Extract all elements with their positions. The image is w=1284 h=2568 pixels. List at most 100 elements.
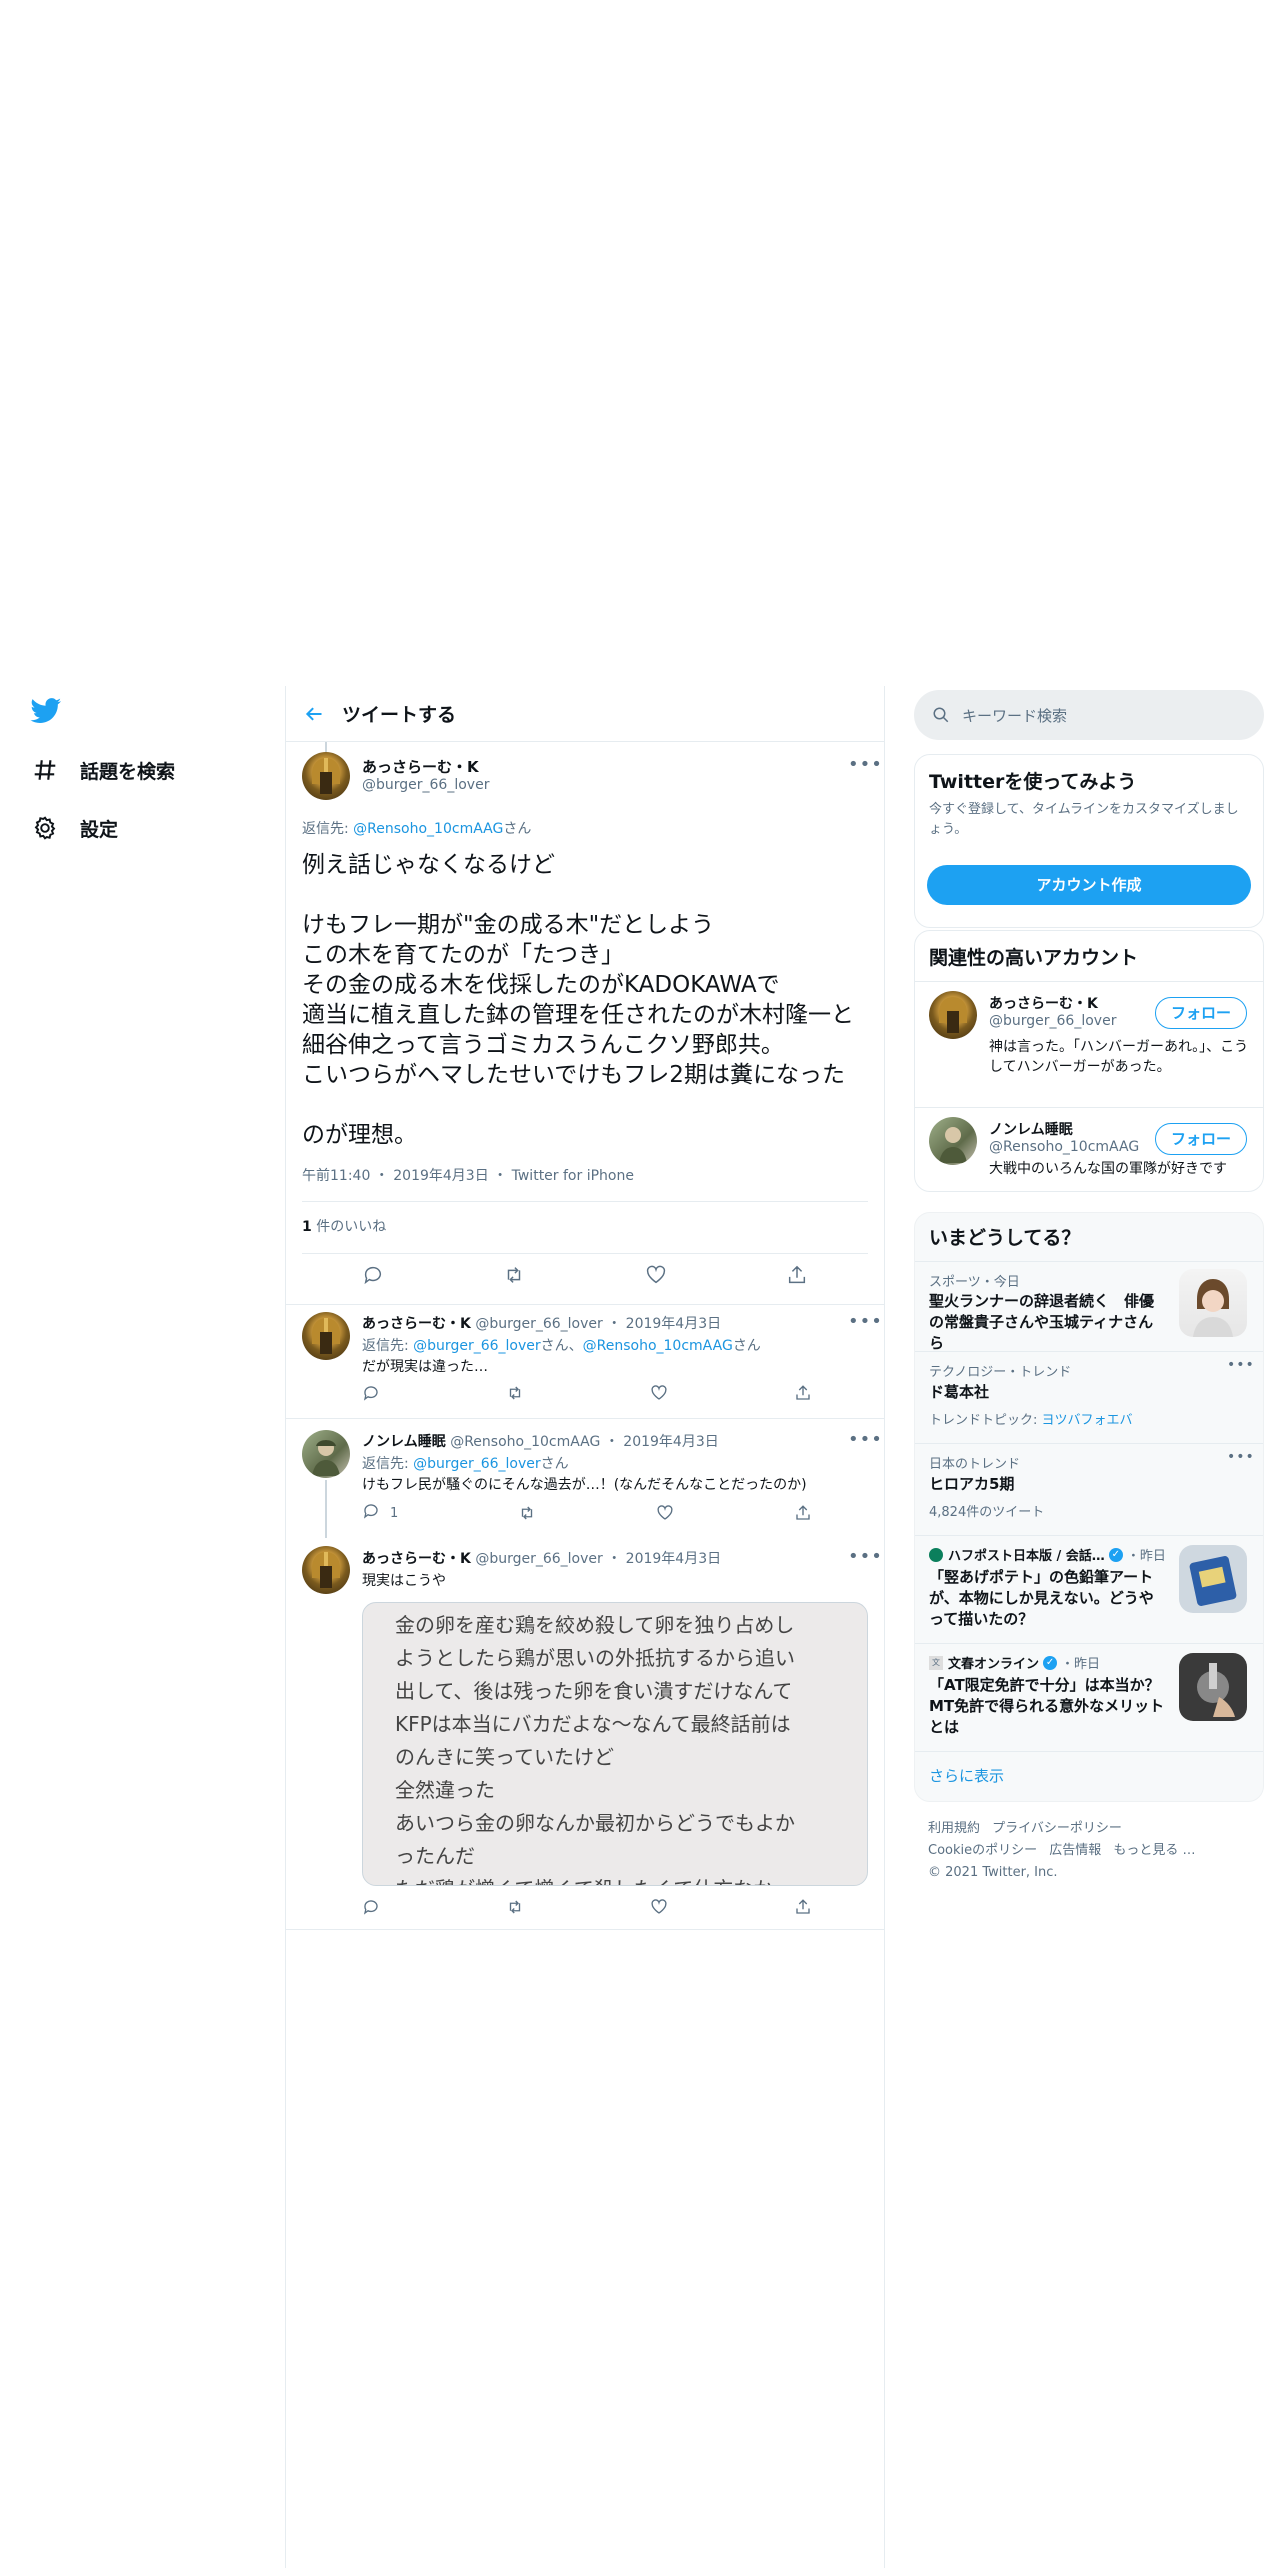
retweet-icon[interactable]	[518, 1502, 536, 1524]
divider	[302, 1201, 868, 1202]
tweet-image[interactable]: 金の卵を産む鶏を絞め殺して卵を独り占めし ようとしたら鶏が思いの外抵抗するから追…	[362, 1602, 868, 1886]
search-input[interactable]: キーワード検索	[962, 705, 1067, 726]
display-name[interactable]: ノンレム睡眠	[362, 1434, 446, 1450]
like-icon[interactable]	[650, 1384, 668, 1402]
twitter-logo-icon[interactable]	[30, 698, 62, 724]
trend-source: 文春オンライン	[948, 1657, 1040, 1672]
create-account-button[interactable]: アカウント作成	[927, 865, 1251, 905]
tweet-date[interactable]: 2019年4月3日	[393, 1168, 488, 1184]
nav-explore[interactable]: 話題を検索	[30, 750, 175, 790]
trends-title: いまどうしてる？	[929, 1227, 1081, 1249]
trend-item[interactable]: 文 文春オンライン ✓ ・昨日 「AT限定免許で十分」は本当か？ MT免許で得ら…	[915, 1643, 1263, 1751]
like-icon[interactable]	[656, 1502, 674, 1524]
tweet-source[interactable]: Twitter for iPhone	[512, 1168, 634, 1184]
account-info[interactable]: あっさらーむ・K @burger_66_lover	[989, 993, 1116, 1029]
trend-item[interactable]: テクノロジー・トレンド ••• ド葛本社 トレンドトピック: ヨツバフォエバ	[915, 1351, 1263, 1443]
reply-actions	[362, 1384, 812, 1402]
like-count: 1	[302, 1219, 312, 1235]
share-icon[interactable]	[794, 1502, 812, 1524]
hashtag-icon	[30, 755, 60, 785]
tweet-time[interactable]: 午前11:40	[302, 1168, 370, 1184]
display-name[interactable]: あっさらーむ・K	[362, 1551, 471, 1567]
main-column: ツイートする あっさらーむ・K @burger_66_lover ••• 返信先…	[285, 686, 885, 2568]
more-icon[interactable]: •••	[848, 1429, 883, 1450]
header: ツイートする	[286, 686, 884, 742]
more-icon[interactable]: •••	[848, 754, 883, 775]
footer-link-terms[interactable]: 利用規約	[928, 1821, 980, 1836]
display-name[interactable]: あっさらーむ・K	[362, 1316, 471, 1332]
retweet-icon[interactable]	[506, 1898, 524, 1916]
search-box[interactable]: キーワード検索	[914, 690, 1264, 740]
trend-item[interactable]: スポーツ・今日 聖火ランナーの辞退者続く 俳優の常盤貴子さんや玉城ティナさんら	[915, 1261, 1263, 1352]
more-icon[interactable]: •••	[1227, 1357, 1255, 1373]
reply-to-link[interactable]: @Rensoho_10cmAAG	[583, 1338, 733, 1354]
handle[interactable]: @burger_66_lover	[475, 1551, 602, 1567]
signup-card: Twitterを使ってみよう 今すぐ登録して、タイムラインをカスタマイズしましょ…	[914, 754, 1264, 928]
divider	[286, 1929, 884, 1930]
reply-text: だが現実は違った…	[362, 1359, 488, 1375]
share-icon[interactable]	[786, 1264, 808, 1286]
avatar[interactable]	[929, 1117, 977, 1165]
retweet-icon[interactable]	[506, 1384, 524, 1402]
reply-date[interactable]: 2019年4月3日	[626, 1551, 721, 1567]
tweet-actions	[302, 1264, 868, 1286]
reply-icon	[362, 1502, 380, 1524]
reply-date[interactable]: 2019年4月3日	[623, 1434, 718, 1450]
reply-header: あっさらーむ・K @burger_66_lover ・ 2019年4月3日	[362, 1316, 722, 1332]
trend-item[interactable]: ハフポスト日本版 / 会話… ✓ ・昨日 「竪あげポテト」の色鉛筆アートが、本物…	[915, 1535, 1263, 1643]
trend-topic-link[interactable]: ヨツバフォエバ	[1042, 1413, 1133, 1428]
divider	[286, 1418, 884, 1419]
avatar[interactable]	[302, 752, 350, 800]
tweet-text: 例え話じゃなくなるけど けもフレ一期が"金の成る木"だとしよう この木を育てたの…	[302, 852, 854, 1148]
follow-button[interactable]: フォロー	[1155, 1123, 1247, 1155]
reply-context: 返信先: @burger_66_loverさん、@Rensoho_10cmAAG…	[362, 1335, 761, 1355]
signup-desc: 今すぐ登録して、タイムラインをカスタマイズしましょう。	[929, 802, 1239, 837]
trend-thumbnail	[1179, 1545, 1247, 1613]
reply-button[interactable]: 1	[362, 1502, 398, 1524]
share-icon[interactable]	[794, 1898, 812, 1916]
nav-explore-label: 話題を検索	[80, 760, 176, 783]
image-text: 金の卵を産む鶏を絞め殺して卵を独り占めし ようとしたら鶏が思いの外抵抗するから追…	[395, 1613, 795, 1885]
trend-item[interactable]: 日本のトレンド ••• ヒロアカ5期 4,824件のツイート	[915, 1443, 1263, 1535]
reply-date[interactable]: 2019年4月3日	[626, 1316, 721, 1332]
like-summary[interactable]: 1 件のいいね	[302, 1216, 386, 1236]
reply-prefix: 返信先:	[302, 821, 349, 837]
retweet-icon[interactable]	[503, 1264, 525, 1286]
tweet-meta: 午前11:40 ・ 2019年4月3日 ・ Twitter for iPhone	[302, 1168, 634, 1184]
trend-tweet-count: 4,824件のツイート	[929, 1505, 1045, 1520]
account-info[interactable]: ノンレム睡眠 @Rensoho_10cmAAG	[989, 1119, 1139, 1155]
handle[interactable]: @burger_66_lover	[475, 1316, 602, 1332]
account-bio: 神は言った。「ハンバーガーあれ。」、こうしてハンバーガーがあった。	[989, 1039, 1249, 1075]
footer-link-privacy[interactable]: プライバシーポリシー	[992, 1821, 1122, 1836]
like-icon[interactable]	[645, 1264, 667, 1286]
footer-line-2: Cookieのポリシー 広告情報 もっと見る …	[928, 1840, 1258, 1862]
reply-icon[interactable]	[362, 1384, 380, 1402]
avatar[interactable]	[929, 991, 977, 1039]
trend-title: ヒロアカ5期	[929, 1475, 1015, 1493]
more-icon[interactable]: •••	[1227, 1449, 1255, 1465]
reply-to-link[interactable]: @burger_66_lover	[413, 1456, 540, 1472]
share-icon[interactable]	[794, 1384, 812, 1402]
trend-source: ハフポスト日本版 / 会話…	[948, 1549, 1105, 1564]
reply-to-link[interactable]: @Rensoho_10cmAAG	[353, 821, 503, 837]
handle[interactable]: @Rensoho_10cmAAG	[450, 1434, 600, 1450]
reply-icon[interactable]	[362, 1898, 380, 1916]
back-arrow-icon[interactable]	[286, 704, 342, 724]
reply-header: ノンレム睡眠 @Rensoho_10cmAAG ・ 2019年4月3日	[362, 1434, 719, 1450]
reply-to-link[interactable]: @burger_66_lover	[413, 1338, 540, 1354]
footer-link-ads[interactable]: 広告情報	[1049, 1843, 1101, 1858]
footer-link-cookie[interactable]: Cookieのポリシー	[928, 1843, 1037, 1858]
avatar[interactable]	[302, 1430, 350, 1478]
more-icon[interactable]: •••	[848, 1311, 883, 1332]
footer-line-1: 利用規約 プライバシーポリシー	[928, 1818, 1258, 1840]
follow-button[interactable]: フォロー	[1155, 997, 1247, 1029]
avatar[interactable]	[302, 1546, 350, 1594]
reply-icon[interactable]	[362, 1264, 384, 1286]
tweet-author[interactable]: あっさらーむ・K @burger_66_lover	[362, 756, 489, 793]
avatar[interactable]	[302, 1312, 350, 1360]
show-more-link[interactable]: さらに表示	[929, 1765, 1004, 1786]
nav-settings[interactable]: 設定	[30, 808, 118, 848]
more-icon[interactable]: •••	[848, 1546, 883, 1567]
like-icon[interactable]	[650, 1898, 668, 1916]
footer-link-more[interactable]: もっと見る …	[1113, 1843, 1195, 1858]
